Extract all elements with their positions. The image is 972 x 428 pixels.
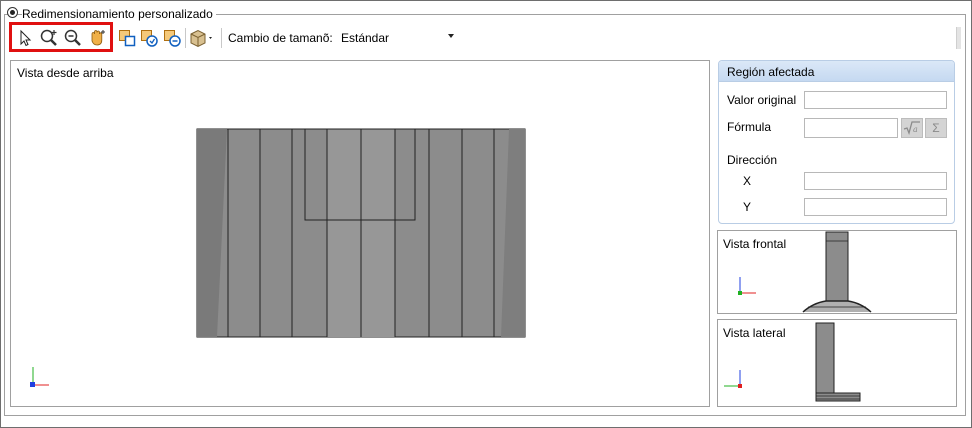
toolbar-separator [221, 28, 222, 48]
sum-formula-button[interactable]: Σ [925, 118, 947, 138]
front-view-panel[interactable]: Vista frontal [717, 230, 957, 314]
delete-region-icon [164, 30, 181, 47]
resize-type-label: Cambio de tamanõ: [228, 31, 333, 45]
front-view-canvas [738, 231, 872, 313]
toolbar-separator [185, 28, 186, 48]
direction-x-label: X [743, 174, 752, 188]
original-value-field[interactable] [804, 91, 947, 109]
chevron-down-icon [448, 34, 454, 38]
affected-region-panel: Región afectada Valor original Fórmula a… [718, 60, 955, 224]
toolbar-overflow-scroll[interactable] [956, 27, 961, 49]
side-view-canvas [724, 322, 861, 402]
add-region-button[interactable] [116, 27, 138, 49]
front-model-leg [825, 231, 849, 305]
original-value-label: Valor original [727, 93, 797, 107]
edit-region-button[interactable] [138, 27, 160, 49]
navigation-tools-highlight [9, 22, 113, 52]
view-mode-dropdown-button[interactable] [189, 27, 217, 49]
formula-label: Fórmula [727, 120, 772, 134]
top-view-canvas [30, 128, 526, 387]
sqrt-formula-icon: a [903, 121, 920, 135]
direction-y-field[interactable] [804, 198, 947, 216]
add-region-icon [119, 30, 136, 47]
delete-region-button[interactable] [161, 27, 183, 49]
direction-y-label: Y [743, 200, 752, 214]
direction-label: Dirección [727, 153, 778, 167]
formula-field[interactable] [804, 118, 898, 138]
front-model-base [802, 300, 872, 313]
affected-region-title: Región afectada [727, 65, 815, 79]
edit-region-icon [141, 30, 158, 47]
resize-type-dropdown[interactable]: Estándar [338, 27, 458, 47]
side-model-back [815, 322, 835, 396]
axis-gizmo [30, 367, 49, 387]
custom-resize-label: Redimensionamiento personalizado [22, 7, 216, 21]
sigma-sum-icon: Σ [932, 121, 940, 135]
affected-region-header: Región afectada [719, 61, 954, 82]
side-model-seat [815, 392, 861, 402]
side-view-panel[interactable]: Vista lateral [717, 319, 957, 407]
resize-type-value: Estándar [341, 31, 390, 45]
direction-x-field[interactable] [804, 172, 947, 190]
custom-resize-radio[interactable] [7, 7, 18, 18]
sqrt-formula-button[interactable]: a [901, 118, 923, 138]
axis-gizmo [738, 277, 756, 295]
axis-gizmo [724, 370, 742, 388]
cube-view-icon [190, 29, 212, 48]
top-view-panel[interactable]: Vista desde arriba [10, 60, 710, 407]
svg-text:a: a [913, 125, 918, 134]
